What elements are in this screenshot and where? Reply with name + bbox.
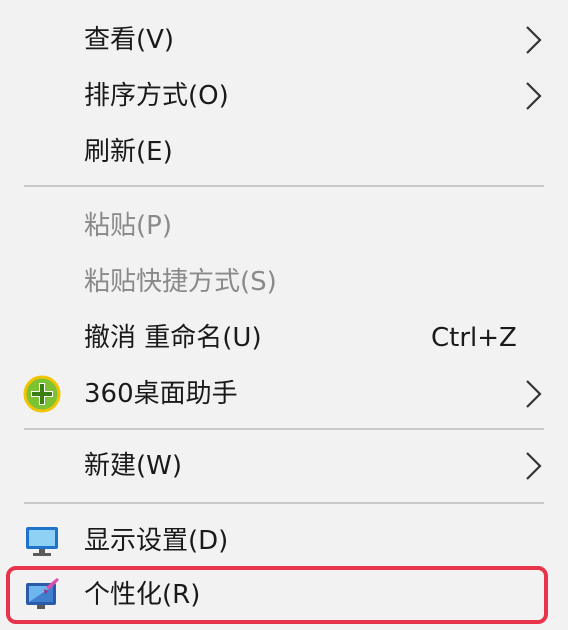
menu-item-undo-rename[interactable]: 撤消 重命名(U) Ctrl+Z: [0, 310, 568, 366]
menu-item-view[interactable]: 查看(V): [0, 12, 568, 68]
menu-item-label: 个性化(R): [84, 580, 201, 610]
menu-item-label: 显示设置(D): [84, 526, 229, 556]
plus-circle-icon: [22, 374, 62, 414]
menu-item-360-desktop-assistant[interactable]: 360桌面助手: [0, 366, 568, 422]
menu-item-label: 粘贴(P): [84, 211, 172, 241]
chevron-right-icon: [520, 438, 546, 494]
menu-item-refresh[interactable]: 刷新(E): [0, 124, 568, 180]
menu-separator: [24, 428, 544, 430]
menu-item-label: 360桌面助手: [84, 379, 238, 409]
menu-item-paste: 粘贴(P): [0, 198, 568, 254]
menu-item-new[interactable]: 新建(W): [0, 438, 568, 494]
menu-item-label: 排序方式(O): [84, 81, 229, 111]
menu-item-personalize[interactable]: 个性化(R): [0, 567, 568, 623]
chevron-right-icon: [520, 12, 546, 68]
menu-item-label: 查看(V): [84, 25, 175, 55]
menu-separator: [24, 185, 544, 187]
menu-item-label: 新建(W): [84, 451, 182, 481]
monitor-icon: [22, 521, 62, 561]
menu-item-paste-shortcut: 粘贴快捷方式(S): [0, 254, 568, 310]
menu-item-sort-by[interactable]: 排序方式(O): [0, 68, 568, 124]
personalize-icon: [22, 575, 62, 615]
menu-item-display-settings[interactable]: 显示设置(D): [0, 513, 568, 569]
menu-separator: [24, 502, 544, 504]
menu-item-shortcut: Ctrl+Z: [431, 323, 517, 353]
chevron-right-icon: [520, 68, 546, 124]
desktop-context-menu: 查看(V) 排序方式(O) 刷新(E) 粘贴(P) 粘贴快捷方式(S) 撤消 重…: [0, 0, 568, 630]
chevron-right-icon: [520, 366, 546, 422]
menu-item-label: 粘贴快捷方式(S): [84, 267, 277, 297]
menu-item-label: 刷新(E): [84, 137, 173, 167]
menu-item-label: 撤消 重命名(U): [84, 323, 262, 353]
